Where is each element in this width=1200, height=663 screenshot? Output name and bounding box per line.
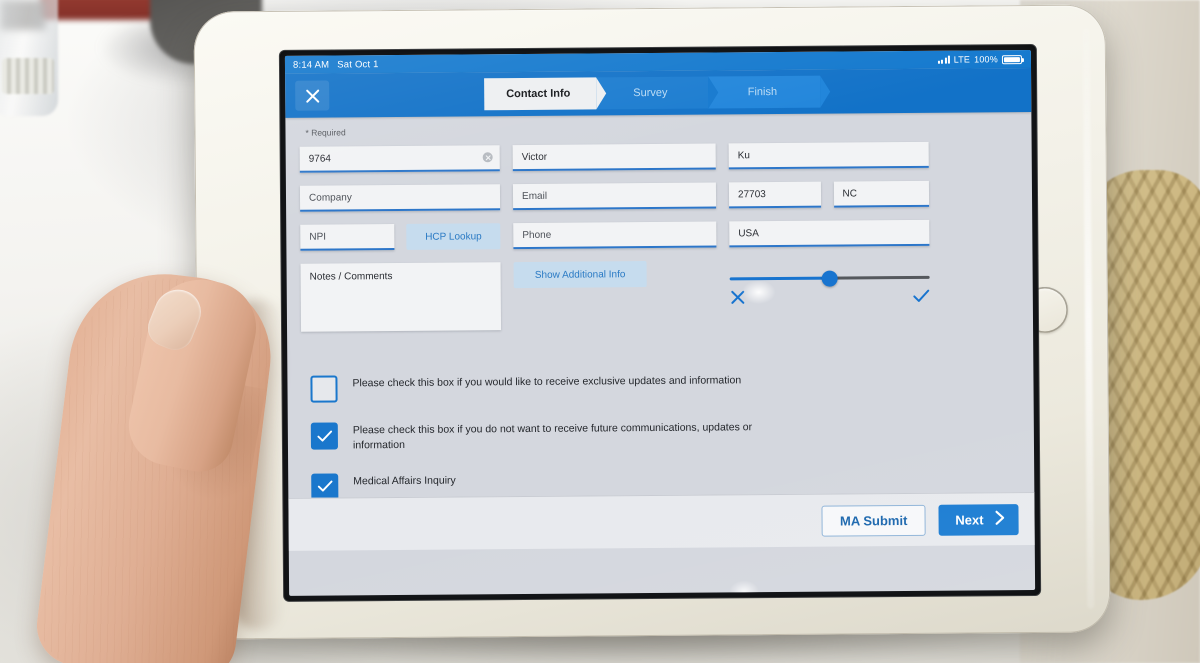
wizard-tabs: Contact Info Survey Finish <box>484 75 821 111</box>
chevron-right-icon <box>994 510 1005 528</box>
hcp-lookup-button[interactable]: HCP Lookup <box>406 223 501 250</box>
status-date: Sat Oct 1 <box>337 58 379 70</box>
clear-circle-icon[interactable] <box>482 152 493 163</box>
first-name-field[interactable]: Victor <box>512 143 716 172</box>
close-icon[interactable] <box>295 80 330 111</box>
screen-glare <box>729 580 760 596</box>
zip-state-row: 27703 NC <box>728 180 930 209</box>
slider-fill <box>729 276 830 281</box>
next-button[interactable]: Next <box>938 503 1019 536</box>
screen-frame: 8:14 AM Sat Oct 1 LTE 100% Contact Info … <box>279 44 1041 601</box>
form-footer: MA Submit Next <box>288 492 1035 551</box>
state-value: NC <box>842 187 858 199</box>
slider-track[interactable] <box>729 270 930 287</box>
tablet-device: 8:14 AM Sat Oct 1 LTE 100% Contact Info … <box>193 4 1111 640</box>
npi-field[interactable]: NPI <box>300 224 395 251</box>
phone-field[interactable]: Phone <box>513 221 717 250</box>
form-column-middle: Victor Email Phone Show Additional Info <box>512 143 717 330</box>
screen: 8:14 AM Sat Oct 1 LTE 100% Contact Info … <box>284 50 1036 596</box>
checkbox-row-no-future-communications[interactable]: Please check this box if you do not want… <box>310 417 1020 453</box>
required-note: * Required <box>305 127 346 138</box>
form-grid: 9764 Company NPI HCP Lookup Notes / Comm… <box>299 141 1019 332</box>
tab-survey-label: Survey <box>633 86 668 100</box>
status-time: 8:14 AM <box>292 59 330 71</box>
checkbox-checked-icon[interactable] <box>310 422 338 450</box>
checkbox-checked-icon[interactable] <box>311 473 339 501</box>
slider-thumb[interactable] <box>821 270 838 287</box>
npi-field-placeholder: NPI <box>309 231 327 243</box>
last-name-value: Ku <box>737 149 750 161</box>
checkbox-label-medical-affairs-inquiry: Medical Affairs Inquiry <box>353 474 456 488</box>
email-field[interactable]: Email <box>512 182 717 211</box>
water-bottle-cap <box>2 58 54 94</box>
slider-end-icons <box>730 288 930 311</box>
email-placeholder: Email <box>521 190 548 202</box>
form-column-right: Ku 27703 NC USA <box>728 141 930 329</box>
status-battery-percent: 100% <box>974 54 998 65</box>
tab-finish[interactable]: Finish <box>708 75 821 109</box>
phone-placeholder: Phone <box>522 229 552 241</box>
id-field[interactable]: 9764 <box>299 145 500 173</box>
show-additional-info-button[interactable]: Show Additional Info <box>513 261 647 289</box>
check-icon[interactable] <box>913 288 930 308</box>
battery-full-icon <box>1001 54 1022 64</box>
id-field-value: 9764 <box>308 153 331 165</box>
checkbox-label-exclusive-updates: Please check this box if you would like … <box>352 374 742 390</box>
show-additional-info-label: Show Additional Info <box>534 268 626 281</box>
app-header: Contact Info Survey Finish <box>285 68 1032 118</box>
tab-survey[interactable]: Survey <box>596 76 709 110</box>
company-field-placeholder: Company <box>308 191 352 204</box>
x-icon[interactable] <box>730 289 746 310</box>
checkbox-row-exclusive-updates[interactable]: Please check this box if you would like … <box>310 370 1019 403</box>
notes-textarea[interactable]: Notes / Comments <box>300 262 502 332</box>
next-label: Next <box>955 511 984 528</box>
status-carrier: LTE <box>953 54 971 65</box>
form-column-left: 9764 Company NPI HCP Lookup Notes / Comm… <box>299 145 502 332</box>
checkbox-label-no-future-communications: Please check this box if you do not want… <box>352 421 753 452</box>
ma-submit-button[interactable]: MA Submit <box>821 504 926 537</box>
consent-slider[interactable] <box>729 266 930 311</box>
slider-remainder <box>829 275 930 280</box>
photo-scene: 8:14 AM Sat Oct 1 LTE 100% Contact Info … <box>0 0 1200 663</box>
first-name-value: Victor <box>521 151 548 163</box>
npi-row: NPI HCP Lookup <box>300 223 501 251</box>
tab-contact-info-label: Contact Info <box>506 87 571 101</box>
signal-bars-icon <box>938 55 950 64</box>
bezel-highlight <box>1082 28 1095 609</box>
checkbox-unchecked-icon[interactable] <box>310 375 338 403</box>
tab-finish-label: Finish <box>747 86 778 99</box>
hcp-lookup-label: HCP Lookup <box>425 230 482 243</box>
zip-value: 27703 <box>737 188 766 200</box>
ma-submit-label: MA Submit <box>839 512 908 529</box>
state-field[interactable]: NC <box>833 180 930 208</box>
country-field[interactable]: USA <box>729 219 930 248</box>
notes-placeholder: Notes / Comments <box>309 271 393 283</box>
country-value: USA <box>738 227 759 239</box>
contact-info-form: * Required 9764 Company NPI HCP Lookup N… <box>285 112 1035 551</box>
tab-contact-info[interactable]: Contact Info <box>484 77 597 111</box>
zip-field[interactable]: 27703 <box>728 181 821 209</box>
last-name-field[interactable]: Ku <box>728 141 929 170</box>
company-field[interactable]: Company <box>299 184 501 212</box>
